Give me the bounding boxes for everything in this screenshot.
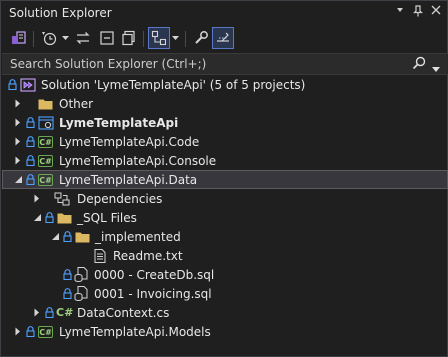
csharp-project-icon: C# [38,173,53,186]
folder-icon [38,94,53,113]
chevron-right-icon[interactable] [15,322,21,341]
solution-label: Solution 'LymeTemplateApi' (5 of 5 proje… [41,77,306,92]
tree-node-implemented-folder[interactable]: _implemented [2,227,448,246]
sql-file-icon [74,265,88,284]
search-icon[interactable] [412,56,426,73]
sync-with-active-document-icon[interactable] [73,28,93,48]
lock-icon [45,303,54,322]
chevron-down-icon[interactable] [14,170,23,189]
chevron-right-icon[interactable] [15,132,21,151]
tree-label: _implemented [95,229,181,244]
tree-node-sql-files-folder[interactable]: _SQL Files [2,208,448,227]
tree-node-dependencies[interactable]: Dependencies [2,189,448,208]
chevron-right-icon[interactable] [15,113,21,132]
search-placeholder: Search Solution Explorer (Ctrl+;) [10,57,207,71]
dependencies-icon [54,189,70,208]
lock-icon [63,284,72,303]
chevron-down-icon[interactable] [61,28,69,48]
show-all-files-icon[interactable] [119,28,139,48]
tree-label: LymeTemplateApi.Code [59,134,200,149]
collapse-all-icon[interactable] [97,28,117,48]
tree-node-models-project[interactable]: C# LymeTemplateApi.Models [2,322,448,341]
csharp-project-icon: C# [38,154,53,167]
csharp-file-icon: C# [56,306,74,319]
tree-label: LymeTemplateApi.Data [59,172,198,187]
chevron-right-icon[interactable] [34,189,40,208]
folder-icon [57,208,72,227]
sql-file-icon [74,284,88,303]
chevron-right-icon[interactable] [15,151,21,170]
preview-selected-items-icon[interactable] [148,27,170,49]
tree-label: 0001 - Invoicing.sql [94,286,212,301]
lock-icon [63,227,72,246]
window-title: Solution Explorer [9,6,112,20]
tree-node-createdb-sql[interactable]: 0000 - CreateDb.sql [2,265,448,284]
folder-icon [75,227,90,246]
lock-icon [26,322,35,341]
lock-icon [26,132,35,151]
chevron-down-icon[interactable] [171,28,179,48]
lock-icon [26,113,35,132]
switch-views-icon[interactable] [9,28,29,48]
tree-node-console-project[interactable]: C# LymeTemplateApi.Console [2,151,448,170]
solution-explorer-window: Solution Explorer Search Solution Explor… [0,0,448,357]
chevron-down-icon[interactable] [51,227,60,246]
toolbar-separator [33,31,34,47]
lock-icon [26,151,35,170]
tree-node-invoicing-sql[interactable]: 0001 - Invoicing.sql [2,284,448,303]
tree-label: 0000 - CreateDb.sql [94,267,215,282]
properties-icon[interactable] [191,28,211,48]
lock-icon [63,265,72,284]
dropdown-icon[interactable] [393,5,407,19]
tree-label: LymeTemplateApi.Models [59,324,211,339]
search-options-dropdown-icon[interactable] [432,61,440,75]
close-icon[interactable] [429,5,443,19]
pin-icon[interactable] [411,5,425,19]
tree-node-readme[interactable]: Readme.txt [2,246,448,265]
tree-node-data-project[interactable]: C# LymeTemplateApi.Data [2,170,448,189]
chevron-down-icon[interactable] [33,208,42,227]
csharp-project-icon: C# [38,135,53,148]
toolbar-separator [185,31,186,47]
tree-label: Dependencies [77,191,163,206]
solution-icon [20,75,36,94]
pending-changes-filter-icon[interactable] [39,28,59,48]
tree-label: Other [59,96,94,111]
text-file-icon [94,246,106,265]
toolbar-separator [143,31,144,47]
tree-label: Readme.txt [113,248,183,263]
tree-label: LymeTemplateApi.Console [59,153,217,168]
lock-icon [26,170,35,189]
tree-node-code-project[interactable]: C# LymeTemplateApi.Code [2,132,448,151]
search-input[interactable]: Search Solution Explorer (Ctrl+;) [2,53,448,75]
tree-label: _SQL Files [77,210,137,225]
web-project-icon [38,113,54,132]
chevron-right-icon[interactable] [34,303,40,322]
solution-node[interactable]: Solution 'LymeTemplateApi' (5 of 5 proje… [2,75,448,94]
lock-icon [8,75,17,94]
toggle-view-icon[interactable] [212,27,234,49]
chevron-right-icon[interactable] [15,94,21,113]
tree-node-other[interactable]: Other [2,94,448,113]
lock-icon [45,208,54,227]
title-bar: Solution Explorer [1,1,448,25]
csharp-project-icon: C# [38,325,53,338]
tree-label: DataContext.cs [77,305,170,320]
tree-node-datacontext-cs[interactable]: C# DataContext.cs [2,303,448,322]
tree-node-lymetemplateapi[interactable]: LymeTemplateApi [2,113,448,132]
toolbar [1,25,448,53]
tree-label: LymeTemplateApi [59,115,179,130]
